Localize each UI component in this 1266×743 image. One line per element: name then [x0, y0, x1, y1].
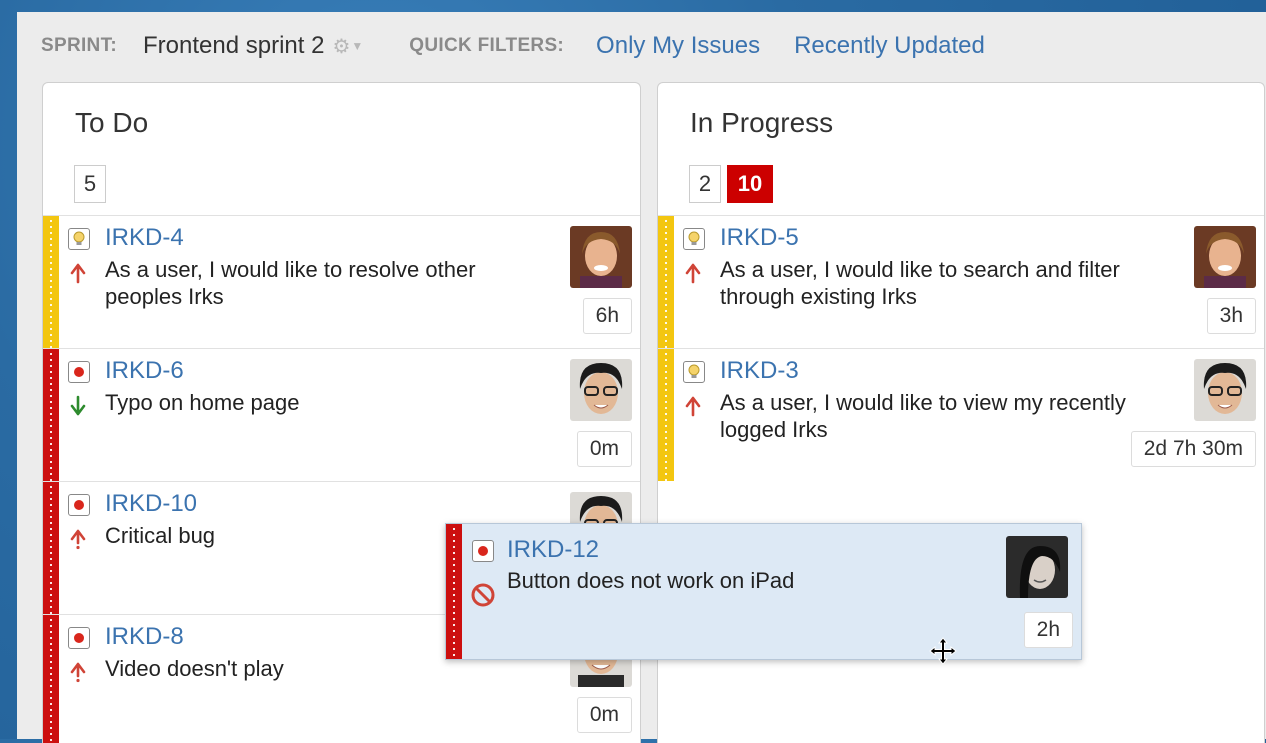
issue-card[interactable]: IRKD-3 As a user, I would like to view m…: [658, 348, 1264, 481]
estimate-badge: 0m: [576, 431, 632, 467]
priority-major-icon: [69, 262, 87, 284]
avatar[interactable]: [570, 226, 632, 288]
chevron-down-icon[interactable]: ▼: [351, 39, 363, 53]
dragging-issue-card[interactable]: IRKD-12 Button does not work on iPad 2h: [445, 523, 1082, 660]
estimate-badge: 6h: [582, 298, 632, 334]
priority-minor-icon: [69, 395, 87, 417]
move-cursor-icon: [928, 636, 958, 666]
issue-count: 5: [74, 165, 106, 203]
column-title: In Progress: [690, 107, 834, 138]
bug-icon: [68, 627, 90, 649]
issue-summary: Typo on home page: [105, 390, 300, 415]
priority-critical-icon: [69, 528, 87, 550]
avatar[interactable]: [1194, 226, 1256, 288]
issue-summary: As a user, I would like to resolve other…: [105, 257, 476, 309]
story-icon: [68, 228, 90, 250]
sprint-label: SPRINT:: [41, 35, 117, 56]
issue-card[interactable]: IRKD-4 As a user, I would like to resolv…: [43, 215, 640, 348]
card-grabber[interactable]: [43, 615, 59, 743]
issue-summary: Button does not work on iPad: [507, 568, 795, 593]
issue-key[interactable]: IRKD-10: [105, 490, 197, 518]
card-grabber[interactable]: [658, 216, 674, 348]
issue-summary: As a user, I would like to view my recen…: [720, 390, 1126, 442]
issue-count: 2: [689, 165, 721, 203]
board-toolbar: SPRINT: Frontend sprint 2 ⚙ ▼ QUICK FILTE…: [41, 30, 985, 62]
issue-key[interactable]: IRKD-4: [105, 224, 184, 252]
issue-key[interactable]: IRKD-5: [720, 224, 799, 252]
bug-icon: [472, 540, 494, 562]
bug-icon: [68, 494, 90, 516]
estimate-badge: 3h: [1206, 298, 1256, 334]
priority-critical-icon: [69, 661, 87, 683]
card-grabber[interactable]: [658, 349, 674, 481]
column-counts: 2 10: [689, 165, 773, 203]
estimate-badge: 2d 7h 30m: [1130, 431, 1256, 467]
gear-icon[interactable]: ⚙: [332, 34, 350, 59]
max-constraint-badge: 10: [727, 165, 773, 203]
issue-card[interactable]: IRKD-6 Typo on home page 0m: [43, 348, 640, 481]
priority-major-icon: [684, 395, 702, 417]
column-title: To Do: [75, 107, 149, 138]
priority-major-icon: [684, 262, 702, 284]
issue-key[interactable]: IRKD-3: [720, 357, 799, 385]
column-counts: 5: [74, 165, 106, 203]
issue-key[interactable]: IRKD-12: [507, 536, 599, 564]
blocker-icon: [470, 582, 496, 608]
card-grabber[interactable]: [43, 216, 59, 348]
issue-card[interactable]: IRKD-5 As a user, I would like to search…: [658, 215, 1264, 348]
avatar[interactable]: [1006, 536, 1068, 598]
issue-summary: As a user, I would like to search and fi…: [720, 257, 1120, 309]
estimate-badge: 2h: [1023, 612, 1073, 648]
filter-only-my-issues[interactable]: Only My Issues: [596, 32, 760, 60]
card-grabber[interactable]: [43, 349, 59, 481]
filter-recently-updated[interactable]: Recently Updated: [794, 32, 985, 60]
estimate-badge: 0m: [576, 697, 632, 733]
card-grabber[interactable]: [43, 482, 59, 614]
avatar[interactable]: [1194, 359, 1256, 421]
card-grabber[interactable]: [446, 524, 462, 659]
sprint-name[interactable]: Frontend sprint 2: [143, 32, 324, 60]
issue-key[interactable]: IRKD-8: [105, 623, 184, 651]
issue-key[interactable]: IRKD-6: [105, 357, 184, 385]
bug-icon: [68, 361, 90, 383]
quick-filters-label: QUICK FILTERS:: [409, 35, 565, 56]
avatar[interactable]: [570, 359, 632, 421]
story-icon: [683, 228, 705, 250]
story-icon: [683, 361, 705, 383]
